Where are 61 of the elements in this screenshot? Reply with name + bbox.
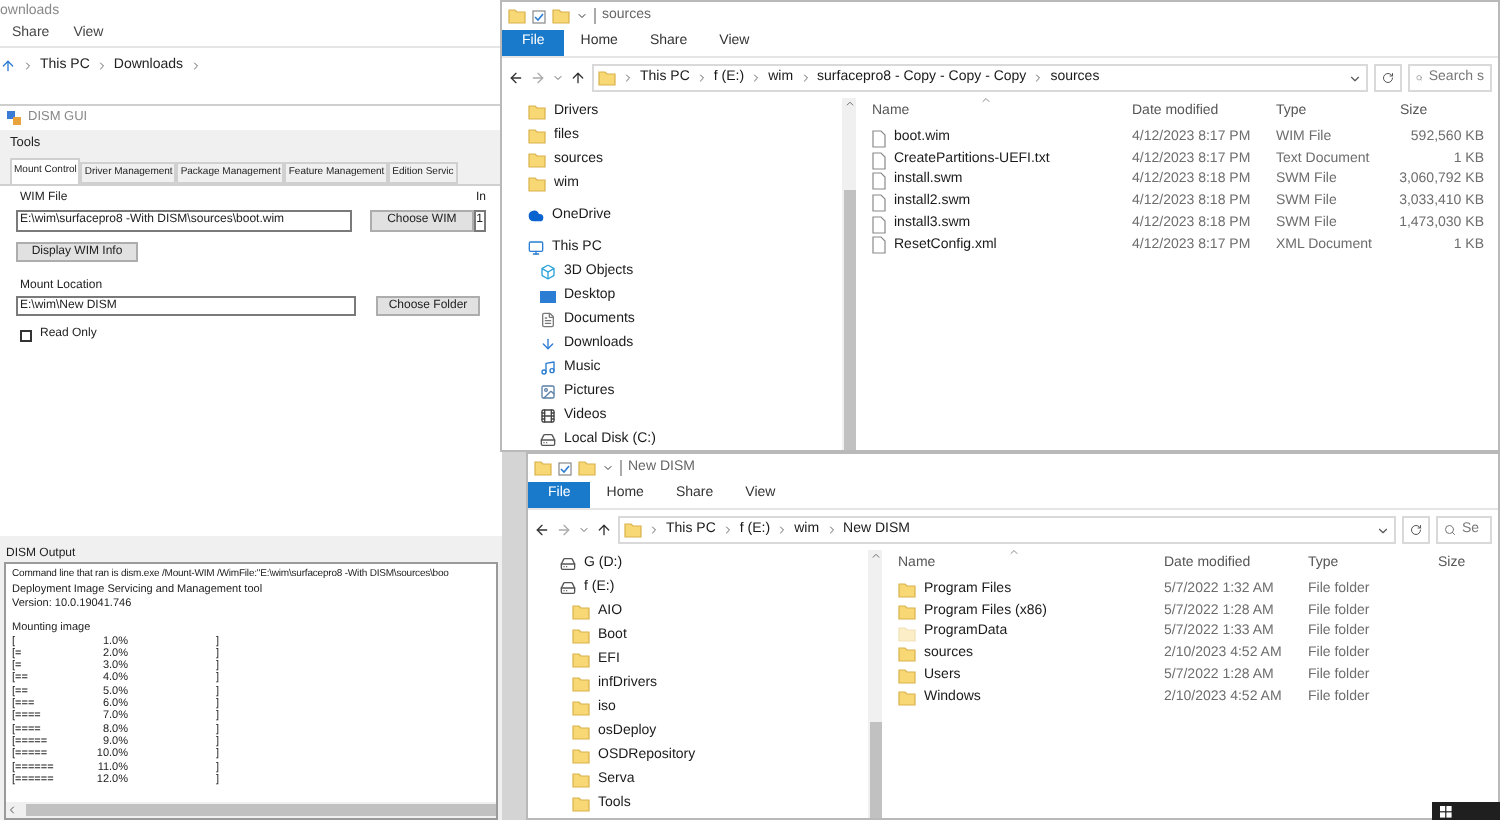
scroll-up-icon[interactable] xyxy=(843,98,855,110)
cloud-icon xyxy=(528,208,544,224)
scrollbar-thumb[interactable] xyxy=(26,804,496,816)
separator-icon xyxy=(189,60,202,72)
back-icon[interactable] xyxy=(508,70,524,86)
separator-icon xyxy=(776,524,789,536)
folder-icon xyxy=(552,8,570,24)
separator-icon xyxy=(622,72,634,84)
desktop-icon xyxy=(540,289,556,303)
app-icon xyxy=(6,110,22,126)
forward-icon[interactable] xyxy=(530,70,546,86)
recent-locations-icon[interactable] xyxy=(552,72,564,84)
scroll-up-icon[interactable] xyxy=(869,550,881,562)
sort-icon xyxy=(980,94,992,106)
cube-icon xyxy=(540,264,556,280)
refresh-button[interactable] xyxy=(1374,64,1402,92)
folder-icon xyxy=(578,460,596,476)
checklist-icon xyxy=(558,461,572,475)
dropdown-icon[interactable] xyxy=(602,462,614,474)
scroll-left-icon[interactable] xyxy=(6,804,18,816)
refresh-button[interactable] xyxy=(1402,516,1430,544)
up-icon[interactable] xyxy=(596,522,612,538)
folder-icon xyxy=(534,460,552,476)
forward-icon[interactable] xyxy=(556,522,572,538)
dropdown-icon[interactable] xyxy=(576,10,588,22)
back-icon[interactable] xyxy=(534,522,550,538)
folder-icon xyxy=(508,8,526,24)
scrollbar-thumb[interactable] xyxy=(843,189,855,450)
film-icon xyxy=(540,408,556,424)
dropdown-icon[interactable] xyxy=(1376,523,1390,537)
recent-locations-icon[interactable] xyxy=(578,524,590,536)
checkbox[interactable] xyxy=(20,329,32,341)
separator-icon xyxy=(799,72,812,84)
up-icon[interactable] xyxy=(570,70,586,86)
drive-icon xyxy=(560,580,576,596)
separator-icon xyxy=(825,524,838,536)
refresh-icon xyxy=(1382,72,1394,84)
separator-icon xyxy=(695,72,708,84)
separator-icon xyxy=(721,524,734,536)
folder-icon xyxy=(624,522,642,538)
separator-icon xyxy=(750,72,763,84)
refresh-icon xyxy=(1410,524,1422,536)
scrollbar-thumb[interactable] xyxy=(869,721,881,818)
sort-icon xyxy=(1008,546,1020,558)
separator-icon xyxy=(95,60,108,72)
separator-icon xyxy=(1032,72,1045,84)
folder-icon xyxy=(598,70,616,86)
separator-icon xyxy=(648,524,660,536)
document-icon xyxy=(540,312,556,328)
monitor-icon xyxy=(528,240,544,256)
music-note-icon xyxy=(540,360,556,376)
dropdown-icon[interactable] xyxy=(1348,71,1362,85)
drive-icon xyxy=(560,556,576,572)
search-icon xyxy=(1416,72,1423,84)
separator-icon xyxy=(22,60,34,72)
checklist-icon xyxy=(532,9,546,23)
windows-logo-icon xyxy=(1440,805,1452,817)
download-icon xyxy=(540,336,556,352)
search-icon xyxy=(1444,524,1456,536)
drive-icon xyxy=(540,432,556,448)
picture-icon xyxy=(540,384,556,400)
